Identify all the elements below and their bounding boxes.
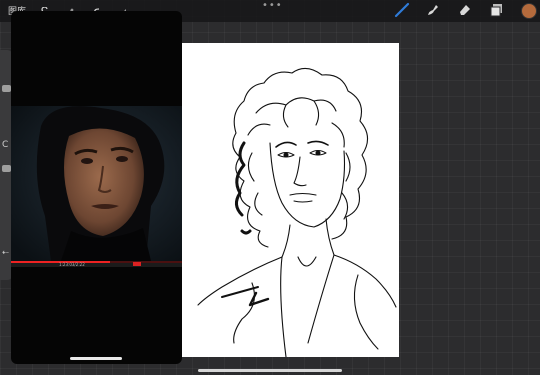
video-overlay-panel[interactable]: 1:23:03/2:22 [11, 11, 182, 364]
video-record-button[interactable] [133, 262, 141, 266]
undo-icon[interactable]: ⇠ [2, 248, 9, 257]
more-options-icon[interactable]: ••• [262, 0, 283, 11]
drawing-canvas[interactable] [182, 43, 399, 358]
opacity-slider[interactable] [2, 165, 11, 172]
line-art-sketch [197, 67, 397, 358]
brush-size-slider[interactable] [2, 85, 11, 92]
overlay-home-indicator[interactable] [70, 357, 122, 360]
eraser-icon[interactable] [457, 2, 473, 18]
color-picker-swatch[interactable] [521, 3, 537, 19]
video-still-image [11, 106, 182, 261]
video-time-readout: 1:23:03/2:22 [59, 262, 85, 267]
layers-icon[interactable] [489, 2, 505, 18]
smudge-icon[interactable] [425, 2, 441, 18]
video-progress-track[interactable] [11, 261, 182, 263]
brush-icon[interactable] [394, 2, 410, 18]
sidebar-label: C [2, 140, 9, 150]
video-frame[interactable] [11, 106, 182, 261]
video-controls-bar[interactable]: 1:23:03/2:22 [11, 261, 182, 267]
home-indicator-bar[interactable] [198, 369, 342, 372]
